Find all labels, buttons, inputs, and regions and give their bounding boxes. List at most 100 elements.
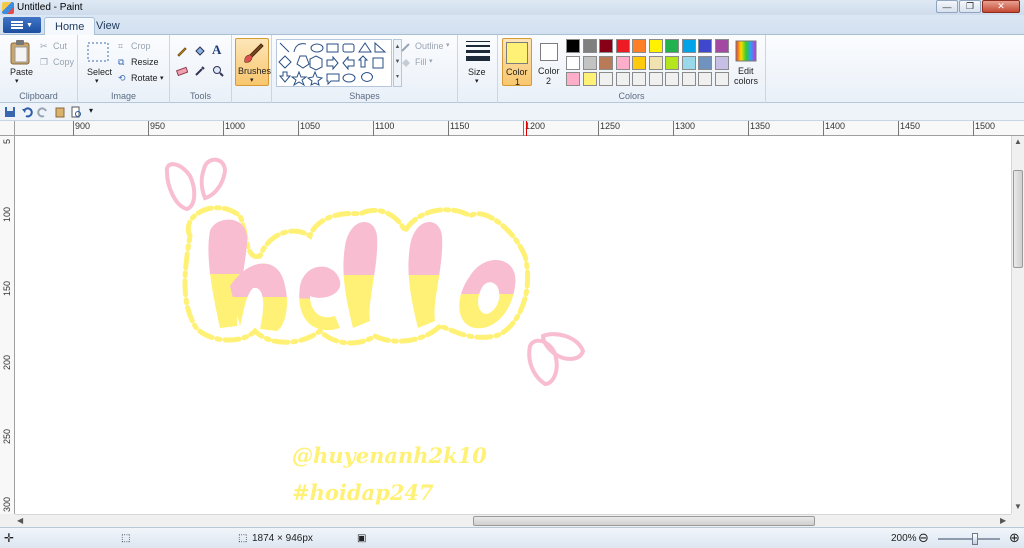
color-picker-icon[interactable] (194, 65, 206, 77)
pencil-icon[interactable] (176, 45, 188, 57)
ruler-tick (898, 121, 899, 136)
scroll-left-icon[interactable]: ◀ (17, 516, 23, 525)
ruler-tick-label: 1000 (225, 121, 246, 131)
color2-button[interactable]: Color 2 (535, 38, 563, 86)
paste-dropdown-icon[interactable]: ▾ (15, 77, 19, 85)
cut-button[interactable]: Cut (53, 41, 67, 51)
ruler-corner (0, 121, 15, 136)
paint-menu-button[interactable]: ▼ (3, 17, 41, 33)
fill-button[interactable]: Fill (415, 57, 427, 67)
redo-icon[interactable] (37, 106, 49, 118)
edit-colors-label-2[interactable]: colors (734, 76, 758, 86)
zoom-in-icon[interactable]: ⊕ (1009, 530, 1020, 546)
palette-swatch[interactable] (599, 55, 613, 70)
undo-icon[interactable] (21, 106, 33, 118)
select-dropdown-icon[interactable]: ▾ (95, 77, 99, 85)
vertical-scrollbar[interactable]: ▲ ▼ (1011, 136, 1024, 514)
palette-swatch[interactable] (698, 72, 712, 86)
customize-toolbar-icon[interactable]: ▾ (89, 106, 93, 115)
paint-app-icon[interactable] (2, 1, 14, 14)
fill-dropdown-icon[interactable]: ▾ (429, 57, 433, 65)
horizontal-scroll-thumb[interactable] (473, 516, 815, 526)
print-preview-icon[interactable] (70, 106, 82, 118)
close-button[interactable]: ✕ (982, 0, 1020, 13)
crop-button[interactable]: Crop (131, 41, 151, 51)
ruler-tick (673, 121, 674, 136)
palette-swatch[interactable] (648, 72, 663, 86)
palette-swatch[interactable] (698, 55, 712, 70)
resize-button[interactable]: Resize (131, 57, 159, 67)
palette-swatch[interactable] (632, 55, 646, 70)
palette-swatch[interactable] (665, 72, 679, 86)
palette-swatch[interactable] (615, 39, 630, 53)
paste-quick-icon[interactable] (54, 106, 66, 118)
palette-swatch[interactable] (681, 55, 696, 70)
clipboard-group: Paste ▾ ✂ Cut ❐ Copy Clipboard (0, 35, 78, 103)
color2-label: Color (538, 66, 560, 76)
outline-button[interactable]: Outline (415, 41, 444, 51)
size-button[interactable]: Size (468, 67, 486, 77)
brushes-button[interactable]: Brushes ▾ (235, 38, 271, 86)
drawing-canvas[interactable]: @huyenanh2k10 #hoidap247 (15, 136, 1011, 514)
zoom-slider[interactable] (938, 533, 1000, 545)
shapes-gallery[interactable] (276, 39, 392, 87)
vertical-scroll-thumb[interactable] (1013, 170, 1023, 268)
palette-swatch[interactable] (582, 72, 597, 86)
size-dropdown-icon[interactable]: ▾ (475, 77, 479, 85)
eraser-icon[interactable] (176, 65, 188, 77)
zoom-slider-thumb[interactable] (972, 533, 978, 545)
palette-swatch[interactable] (566, 39, 580, 53)
colors-group: Color 1 Color 2 Edit colors Colors (498, 35, 766, 103)
scroll-right-icon[interactable]: ▶ (1000, 516, 1006, 525)
minimize-button[interactable]: — (936, 0, 958, 13)
paste-button[interactable]: Paste (10, 67, 33, 77)
magnifier-icon[interactable] (212, 65, 224, 77)
clipboard-group-label: Clipboard (19, 91, 58, 101)
palette-swatch[interactable] (648, 55, 663, 70)
palette-swatch[interactable] (714, 55, 729, 70)
horizontal-scrollbar[interactable]: ◀ ▶ (15, 514, 1011, 527)
zoom-out-icon[interactable]: ⊖ (918, 530, 929, 546)
palette-swatch[interactable] (599, 39, 613, 53)
palette-swatch[interactable] (566, 55, 580, 70)
palette-swatch[interactable] (615, 55, 630, 70)
scroll-up-icon[interactable]: ▲ (1014, 137, 1022, 146)
rotate-dropdown-icon[interactable]: ▾ (160, 74, 164, 82)
palette-swatch[interactable] (648, 39, 663, 53)
paste-icon (10, 40, 30, 65)
scroll-down-icon[interactable]: ▼ (1014, 502, 1022, 511)
image-group: Select ▾ ⌗ Crop ⧉ Resize ⟲ Rotate ▾ Imag… (78, 35, 170, 103)
size-icon (466, 41, 490, 61)
signature-handle: @huyenanh2k10 (292, 443, 487, 468)
edit-colors-icon (735, 40, 757, 62)
palette-swatch[interactable] (566, 72, 580, 86)
ruler-tick-label: 1300 (675, 121, 696, 131)
palette-swatch[interactable] (632, 39, 646, 53)
palette-swatch[interactable] (681, 39, 696, 53)
shapes-icons (278, 41, 387, 87)
maximize-button[interactable]: ❐ (959, 0, 981, 13)
palette-swatch[interactable] (681, 72, 696, 86)
fill-icon[interactable] (194, 45, 206, 57)
color1-button[interactable]: Color 1 (502, 38, 532, 87)
select-button[interactable]: Select (87, 67, 112, 77)
copy-button[interactable]: Copy (53, 57, 74, 67)
rotate-button[interactable]: Rotate (131, 73, 158, 83)
palette-swatch[interactable] (698, 39, 712, 53)
palette-swatch[interactable] (714, 72, 729, 86)
palette-swatch[interactable] (665, 55, 679, 70)
outline-dropdown-icon[interactable]: ▾ (446, 41, 450, 49)
tab-view[interactable]: View (86, 17, 130, 36)
ruler-vertical-label: 5 (2, 138, 12, 144)
palette-swatch[interactable] (714, 39, 729, 53)
edit-colors-label-1[interactable]: Edit (738, 66, 754, 76)
palette-swatch[interactable] (615, 72, 630, 86)
ruler-tick (598, 121, 599, 136)
text-tool-icon[interactable]: A (212, 42, 221, 58)
palette-swatch[interactable] (599, 72, 613, 86)
palette-swatch[interactable] (665, 39, 679, 53)
palette-swatch[interactable] (582, 39, 597, 53)
palette-swatch[interactable] (632, 72, 646, 86)
save-icon[interactable] (4, 106, 16, 118)
palette-swatch[interactable] (582, 55, 597, 70)
